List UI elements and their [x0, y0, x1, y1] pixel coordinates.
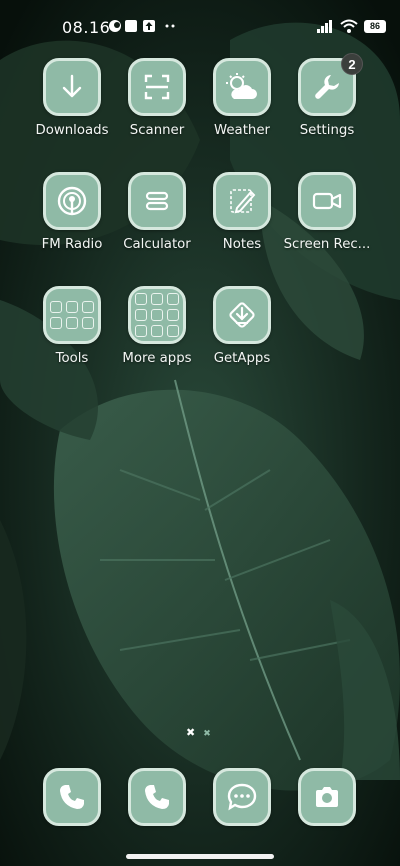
app-label: Tools: [55, 351, 89, 366]
app-label: Scanner: [129, 123, 185, 138]
app-label: More apps: [122, 351, 192, 366]
folder-icon: [50, 301, 94, 329]
page-dot-active[interactable]: ✖: [186, 728, 195, 739]
app-screen-recorder[interactable]: Screen Rec...: [279, 172, 375, 272]
dock-tile[interactable]: [298, 768, 356, 826]
getapps-icon: [229, 302, 255, 328]
app-downloads[interactable]: Downloads: [24, 58, 120, 158]
battery-icon: 86: [364, 19, 386, 33]
app-label: Weather: [214, 123, 270, 138]
radio-icon: [57, 186, 87, 216]
app-calculator[interactable]: Calculator: [109, 172, 205, 272]
app-settings[interactable]: 2 Settings: [279, 53, 375, 158]
folder-icon: [135, 293, 179, 337]
signal-icon: [317, 20, 332, 33]
status-right: 86: [316, 17, 386, 35]
square-notification-icon: [125, 20, 137, 32]
upload-notification-icon: [143, 20, 155, 32]
gesture-nav-handle[interactable]: [126, 854, 274, 859]
app-tile[interactable]: [128, 58, 186, 116]
page-dot[interactable]: ✖: [203, 728, 211, 739]
dock: [0, 768, 400, 828]
app-getapps[interactable]: GetApps: [194, 286, 290, 386]
app-fm-radio[interactable]: FM Radio: [24, 172, 120, 272]
dock-phone-2[interactable]: [109, 768, 205, 828]
battery-level: 86: [369, 21, 380, 31]
wrench-icon: [315, 75, 339, 99]
page-indicator: ✖ ✖: [186, 728, 211, 739]
app-label: Screen Rec...: [283, 237, 371, 252]
app-tile[interactable]: [298, 172, 356, 230]
folder-more-apps[interactable]: More apps: [109, 286, 205, 386]
app-tile[interactable]: [213, 172, 271, 230]
folder-tile[interactable]: [128, 286, 186, 344]
folder-tools[interactable]: Tools: [24, 286, 120, 386]
app-label: FM Radio: [41, 237, 103, 252]
app-tile[interactable]: [213, 286, 271, 344]
dock-tile[interactable]: [43, 768, 101, 826]
app-label: Notes: [222, 237, 262, 252]
dock-tile[interactable]: [213, 768, 271, 826]
notification-badge: 2: [341, 53, 363, 75]
app-label: Settings: [299, 123, 355, 138]
phone-icon: [145, 785, 169, 809]
dock-messages[interactable]: [194, 768, 290, 828]
app-tile[interactable]: [213, 58, 271, 116]
app-tile[interactable]: 2: [298, 53, 363, 116]
camera-icon: [316, 787, 338, 807]
video-camera-icon: [312, 192, 342, 210]
status-time: 08.16: [62, 18, 111, 37]
notification-app-icon: [109, 20, 121, 32]
dock-phone[interactable]: [24, 768, 120, 828]
app-label: GetApps: [213, 351, 271, 366]
phone-icon: [60, 785, 84, 809]
download-icon: [62, 74, 82, 98]
dock-camera[interactable]: [279, 768, 375, 828]
message-icon: [227, 783, 257, 811]
app-label: Downloads: [35, 123, 109, 138]
wifi-icon: [340, 19, 358, 33]
more-notifications-icon: [165, 24, 175, 28]
weather-icon: [226, 73, 257, 99]
calculator-icon: [145, 191, 169, 211]
status-bar: 08.16 86: [0, 0, 400, 56]
app-notes[interactable]: Notes: [194, 172, 290, 272]
app-tile[interactable]: [43, 172, 101, 230]
dock-tile[interactable]: [128, 768, 186, 826]
app-tile[interactable]: [128, 172, 186, 230]
scanner-icon: [144, 74, 170, 100]
app-weather[interactable]: Weather: [194, 58, 290, 158]
folder-tile[interactable]: [43, 286, 101, 344]
app-scanner[interactable]: Scanner: [109, 58, 205, 158]
notes-icon: [230, 189, 256, 214]
app-tile[interactable]: [43, 58, 101, 116]
app-label: Calculator: [123, 237, 191, 252]
